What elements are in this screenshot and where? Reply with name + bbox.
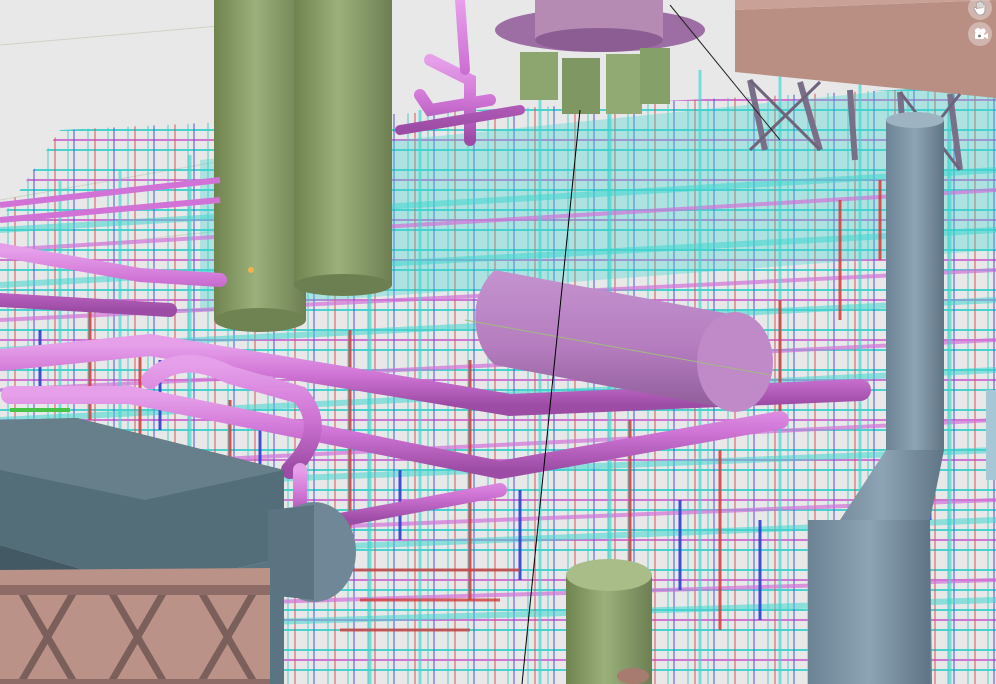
green-column-left[interactable] [214,0,306,332]
brown-truss [0,568,270,684]
hand-icon [972,0,988,16]
edge-pipe [986,390,996,480]
small-green-vessel[interactable] [566,559,652,684]
green-column-right[interactable] [294,0,392,296]
camera-icon [971,25,989,43]
camera-view-button[interactable] [968,22,992,46]
plant-3d-scene[interactable] [0,0,996,684]
small-brown-cap [617,668,649,684]
3d-viewport[interactable] [0,0,996,684]
